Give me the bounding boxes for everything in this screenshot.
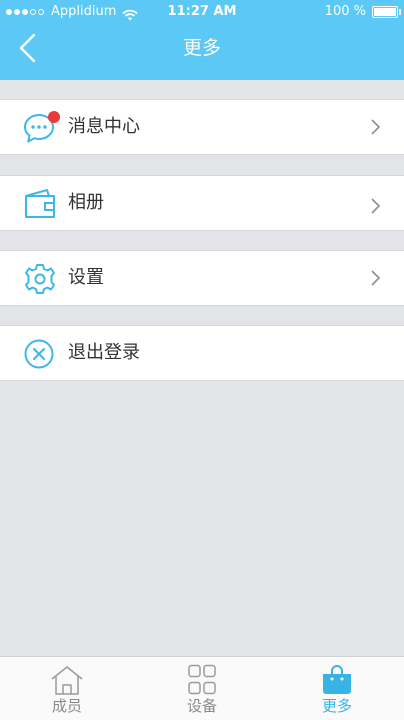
menu-item-settings[interactable]: 设置	[0, 250, 404, 306]
house-icon	[50, 664, 84, 696]
menu-item-logout[interactable]: 退出登录	[0, 325, 404, 381]
menu-item-label: 消息中心	[68, 116, 140, 137]
gear-icon	[23, 263, 57, 295]
grid-icon	[185, 664, 219, 696]
menu-item-label: 设置	[68, 267, 104, 288]
chat-bubble-icon	[23, 111, 60, 144]
status-right: 100 %	[324, 0, 401, 24]
tab-label: 成员	[51, 697, 82, 715]
close-circle-icon	[23, 338, 57, 370]
tab-label: 更多	[321, 697, 352, 715]
tab-more[interactable]: 更多	[270, 657, 404, 720]
menu-item-label: 退出登录	[68, 342, 140, 363]
page-title: 更多	[182, 37, 221, 59]
tab-label: 设备	[186, 697, 217, 715]
header: Applidium 11:27 AM 100 % 更多	[0, 0, 404, 80]
menu-item-album[interactable]: 相册	[0, 175, 404, 231]
tab-bar: 成员 设备 更多	[0, 656, 404, 720]
menu-item-label: 相册	[68, 192, 104, 213]
chevron-right-icon	[370, 119, 381, 135]
chevron-right-icon	[370, 198, 381, 214]
tab-members[interactable]: 成员	[0, 657, 134, 720]
tab-devices[interactable]: 设备	[135, 657, 269, 720]
battery-percent: 100 %	[324, 4, 366, 19]
wallet-icon	[23, 188, 57, 220]
chevron-right-icon	[370, 270, 381, 286]
shopping-bag-icon	[320, 664, 354, 696]
menu-item-messages[interactable]: 消息中心	[0, 99, 404, 155]
battery-icon	[372, 6, 401, 18]
status-bar: Applidium 11:27 AM 100 %	[0, 0, 404, 24]
notification-badge	[48, 111, 60, 123]
